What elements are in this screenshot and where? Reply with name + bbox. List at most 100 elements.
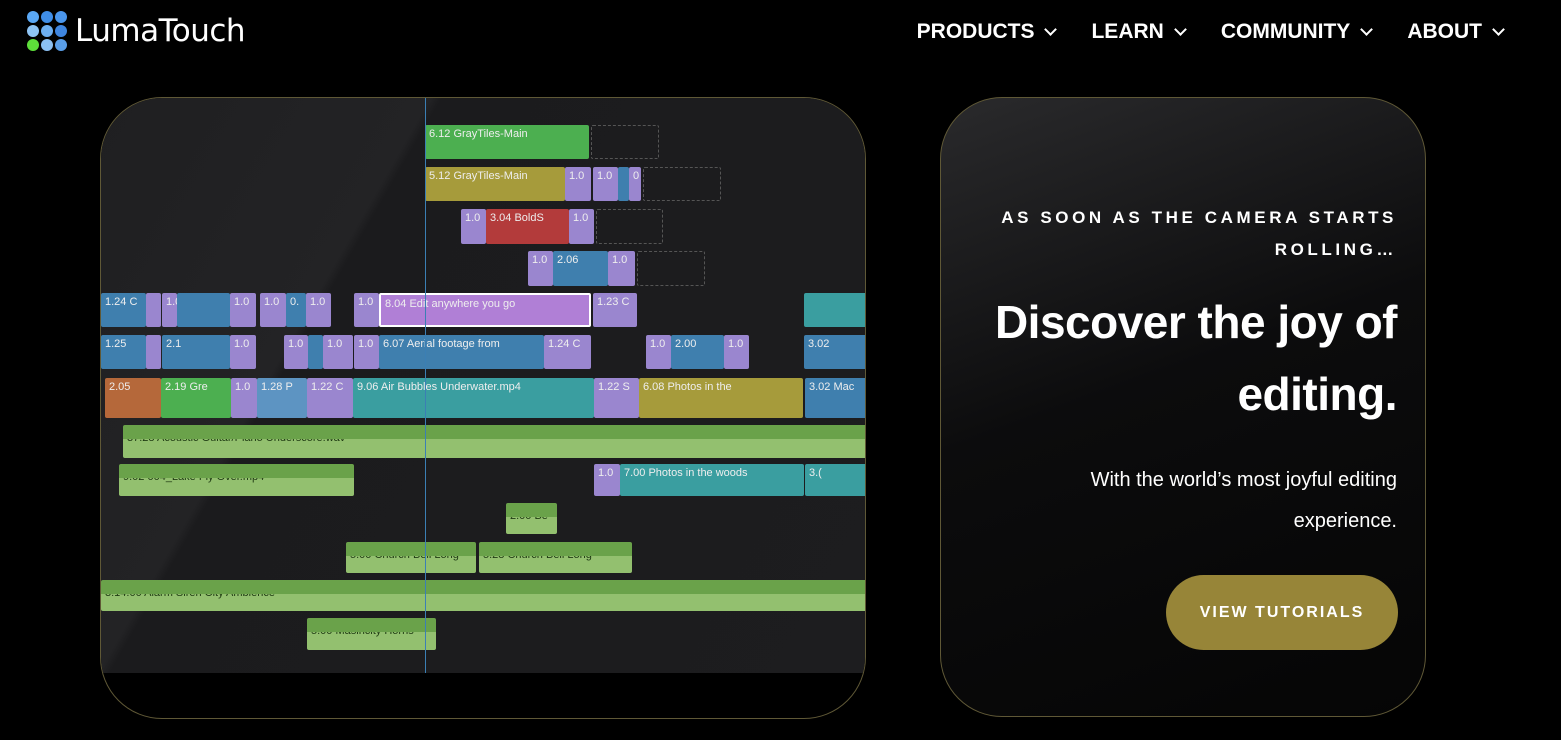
transition-clip: 1.0 [594,464,620,496]
nav-label: LEARN [1091,20,1164,43]
clip-label: 9.02 004_Lake Fly Over.mp4 [123,471,265,483]
video-clip [618,167,629,201]
main-nav: PRODUCTS LEARN COMMUNITY ABOUT [916,20,1505,44]
hero-subtext: With the world’s most joyful editing exp… [1090,469,1397,532]
video-clip: 1.24 C [101,293,146,327]
transition-clip: 1.0 [230,335,256,369]
video-clip: 2.19 Gre [161,378,231,418]
audio-clip: 9.02 004_Lake Fly Over.mp4 [119,464,354,496]
logo-dot [27,39,39,51]
clip-label: 5.00 Masincity Horns [311,625,414,637]
logo-dot [27,11,39,23]
transition-clip: 1.0 [646,335,671,369]
video-clip: 1.28 P [257,378,307,418]
nav-about[interactable]: ABOUT [1407,20,1505,44]
video-clip: 0. [286,293,306,327]
brand-name: LumaTouch [75,13,246,49]
transition-clip: 1.0 [231,378,257,418]
video-clip: 5.12 GrayTiles-Main [425,167,565,201]
logo-dot [27,25,39,37]
video-clip: 6.07 Aerial footage from [379,335,544,369]
transition-clip: 1.0 [724,335,749,369]
nav-community[interactable]: COMMUNITY [1220,20,1374,44]
video-clip: 9.06 Air Bubbles Underwater.mp4 [353,378,594,418]
logo-dot [55,11,67,23]
hero-card: AS SOON AS THE CAMERA STARTS ROLLING… Di… [940,97,1426,717]
clip-label: 5.00 Church Bell Long [350,549,459,561]
empty-slot-placeholder [591,125,659,159]
audio-clip: 2.00 Be [506,503,557,534]
audio-clip: 5.00 Masincity Horns [307,618,436,650]
video-clip: 2.1 [162,335,230,369]
video-clip: 3.02 Mac [805,378,865,418]
transition-clip: 0 [629,167,641,201]
empty-slot-placeholder [637,251,705,286]
logo-dot [41,25,53,37]
transition-clip: 1.0 [593,167,618,201]
audio-clip: 5.28 Church Bell Long [479,542,632,573]
video-clip: 2.05 [105,378,161,418]
transition-clip: 1.0 [284,335,308,369]
video-clip: 6.08 Photos in the [639,378,803,418]
nav-products[interactable]: PRODUCTS [916,20,1058,44]
transition-clip: 1.22 S [594,378,639,418]
logo[interactable]: LumaTouch [27,11,246,51]
transition-clip: 1.0 [565,167,591,201]
transition-clip: 1.0 [354,335,379,369]
logo-dot [41,11,53,23]
video-clip: 1.25 [101,335,146,369]
chevron-down-icon [1173,23,1187,36]
logo-dot [41,39,53,51]
video-clip: 8.04 Edit anywhere you go [379,293,591,327]
video-clip [308,335,323,369]
view-tutorials-button[interactable]: VIEW TUTORIALS [1166,575,1398,650]
logo-mark-icon [27,11,67,51]
transition-clip [146,293,161,327]
hero-eyebrow: AS SOON AS THE CAMERA STARTS ROLLING… [1001,208,1397,259]
nav-label: ABOUT [1407,20,1482,43]
nav-learn[interactable]: LEARN [1091,20,1187,44]
video-clip [804,293,865,327]
empty-slot-placeholder [596,209,663,244]
empty-slot-placeholder [643,167,721,201]
chevron-down-icon [1492,23,1505,36]
audio-clip: 3:14.00 Alarm Siren City Ambience [101,580,865,611]
transition-clip: 1.0 [569,209,594,244]
transition-clip: 1.0 [260,293,286,327]
transition-clip: 1.0 [354,293,379,327]
timeline-screenshot: 6.12 GrayTiles-Main 5.12 GrayTiles-Main 1.… [101,98,865,673]
video-clip: 3.( [805,464,865,496]
nav-label: PRODUCTS [916,20,1035,43]
audio-clip: 5.00 Church Bell Long [346,542,476,573]
hero-headline: Discover the joy of editing. [994,296,1398,420]
nav-label: COMMUNITY [1220,20,1351,43]
logo-dot [55,39,67,51]
transition-clip: 1.22 C [307,378,353,418]
clip-label: 5.28 Church Bell Long [483,549,592,561]
transition-clip: 1.0 [528,251,553,286]
clip-label: 3:14.00 Alarm Siren City Ambience [105,587,275,599]
transition-clip: 1.0 [461,209,486,244]
video-clip: 3.04 BoldS [486,209,569,244]
video-clip [177,293,230,327]
video-clip: 2.06 [553,251,608,286]
transition-clip: 1.0 [306,293,331,327]
transition-clip: 1.0 [230,293,256,327]
transition-clip: 1.24 C [544,335,591,369]
audio-clip: 37.28 Acoustic Guitar/Piano Underscore.w… [123,425,865,458]
video-clip: 2.00 [671,335,724,369]
transition-clip: 1.0 [608,251,635,286]
timeline-showcase-card: 6.12 GrayTiles-Main 5.12 GrayTiles-Main 1.… [100,97,866,719]
transition-clip [146,335,161,369]
clip-label: 2.00 Be [510,510,548,522]
playhead [425,98,426,673]
chevron-down-icon [1360,23,1374,36]
video-clip: 3.02 [804,335,865,369]
transition-clip: 1.0 [162,293,177,327]
video-clip: 6.12 GrayTiles-Main [425,125,589,159]
transition-clip: 1.23 C [593,293,637,327]
logo-dot [55,25,67,37]
chevron-down-icon [1044,23,1058,36]
clip-label: 37.28 Acoustic Guitar/Piano Underscore.w… [127,432,346,444]
video-clip: 7.00 Photos in the woods [620,464,804,496]
